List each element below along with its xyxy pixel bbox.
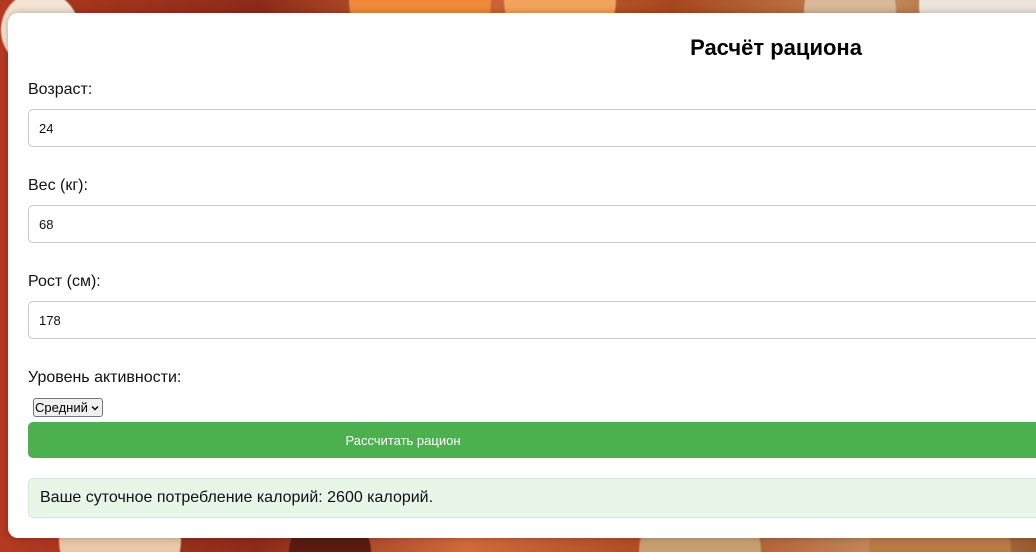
page-title: Расчёт рациона: [690, 35, 862, 60]
calculate-button[interactable]: Рассчитать рацион: [28, 422, 1036, 458]
diet-calculator-card: [8, 13, 1036, 538]
age-input[interactable]: [28, 109, 1036, 147]
calculate-button-label: Рассчитать рацион: [345, 432, 461, 448]
activity-label: Уровень активности:: [28, 369, 182, 386]
activity-select[interactable]: Средний: [33, 398, 103, 417]
height-input[interactable]: [28, 301, 1036, 339]
age-label: Возраст:: [28, 81, 93, 98]
weight-label: Вес (кг):: [28, 177, 88, 194]
calorie-result-text: Ваше суточное потребление калорий: 2600 …: [40, 489, 434, 506]
height-label: Рост (см):: [28, 273, 101, 290]
calorie-result-box: Ваше суточное потребление калорий: 2600 …: [28, 478, 1036, 518]
activity-selected-value: Средний: [35, 400, 88, 415]
chevron-down-icon: [91, 405, 99, 410]
weight-input[interactable]: [28, 205, 1036, 243]
